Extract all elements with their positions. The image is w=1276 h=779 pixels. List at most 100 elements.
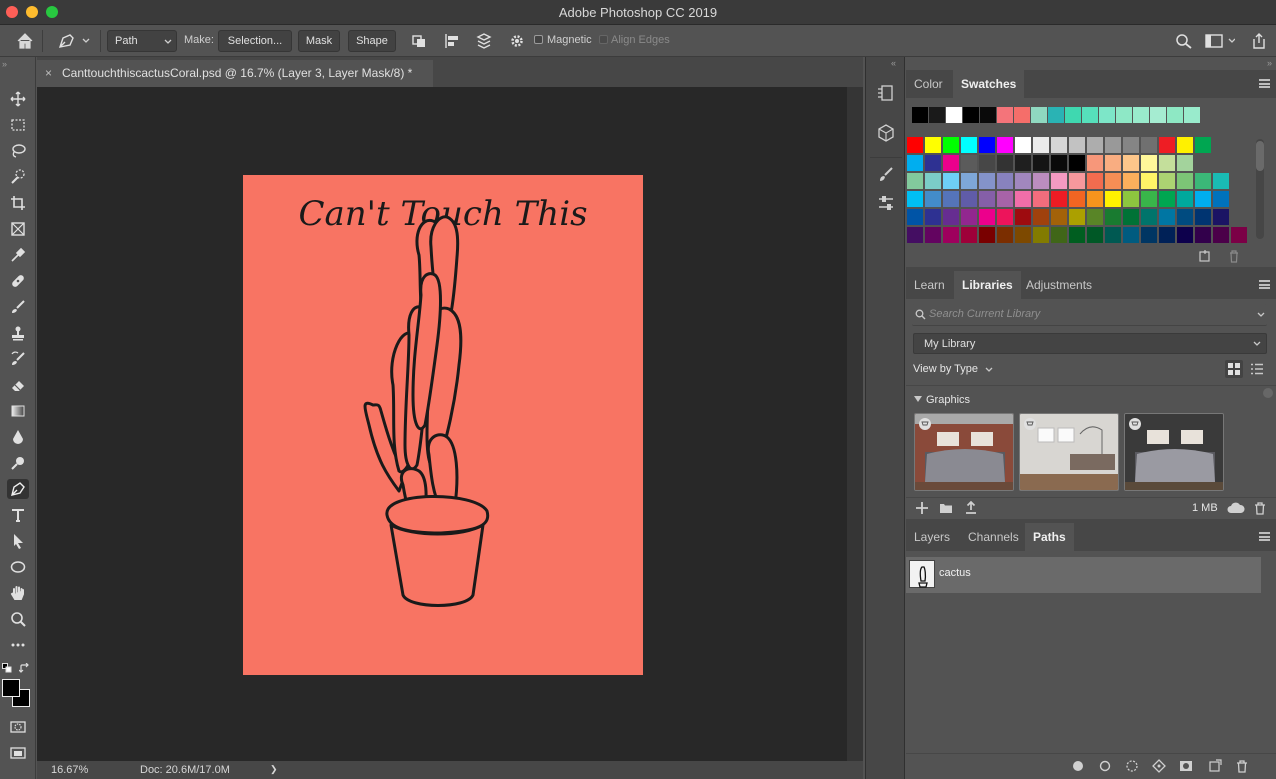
swatch[interactable]	[961, 191, 977, 207]
swatch[interactable]	[1051, 191, 1067, 207]
library-graphic-1[interactable]	[914, 413, 1014, 491]
swatch[interactable]	[1141, 137, 1157, 153]
swatch[interactable]	[1159, 155, 1175, 171]
3d-panel-icon[interactable]	[876, 123, 896, 143]
eraser-tool[interactable]	[7, 375, 29, 395]
swatch[interactable]	[1105, 137, 1121, 153]
recent-swatch[interactable]	[1082, 107, 1098, 123]
tab-channels[interactable]: Channels	[960, 523, 1027, 551]
swatch[interactable]	[1213, 173, 1229, 189]
recent-swatch[interactable]	[1184, 107, 1200, 123]
path-row-cactus[interactable]: cactus	[906, 557, 1261, 593]
marquee-tool[interactable]	[7, 115, 29, 135]
add-icon[interactable]	[915, 501, 929, 515]
share-icon[interactable]	[1250, 33, 1268, 49]
swatch[interactable]	[961, 173, 977, 189]
lasso-tool[interactable]	[7, 141, 29, 161]
recent-swatch[interactable]	[997, 107, 1013, 123]
swatch[interactable]	[1177, 173, 1193, 189]
load-as-selection-icon[interactable]	[1125, 759, 1139, 773]
gradient-tool[interactable]	[7, 401, 29, 421]
healing-brush-tool[interactable]	[7, 271, 29, 291]
library-search-field[interactable]: Search Current Library	[912, 304, 1267, 326]
swatch[interactable]	[961, 155, 977, 171]
swatches-scrollbar[interactable]	[1256, 139, 1264, 239]
swatch[interactable]	[943, 227, 959, 243]
swatch[interactable]	[907, 227, 923, 243]
gear-icon[interactable]	[508, 33, 526, 49]
history-brush-tool[interactable]	[7, 349, 29, 369]
fill-path-icon[interactable]	[1071, 759, 1085, 773]
swatch[interactable]	[1015, 227, 1031, 243]
swatch[interactable]	[1069, 191, 1085, 207]
document-canvas[interactable]: Can't Touch This	[243, 175, 643, 675]
swatch[interactable]	[1069, 227, 1085, 243]
tab-paths[interactable]: Paths	[1025, 523, 1074, 551]
recent-swatch[interactable]	[980, 107, 996, 123]
dodge-tool[interactable]	[7, 453, 29, 473]
trash-icon[interactable]	[1253, 501, 1267, 515]
status-menu-arrow[interactable]: ❯	[270, 764, 278, 775]
trash-icon[interactable]	[1227, 249, 1241, 263]
swatch[interactable]	[1069, 137, 1085, 153]
swatch[interactable]	[1231, 227, 1247, 243]
swatch[interactable]	[1177, 137, 1193, 153]
swatch[interactable]	[1087, 137, 1103, 153]
swatch[interactable]	[907, 191, 923, 207]
swatch[interactable]	[1105, 173, 1121, 189]
swatch[interactable]	[1015, 137, 1031, 153]
folder-icon[interactable]	[939, 501, 953, 515]
frame-tool[interactable]	[7, 219, 29, 239]
swatch[interactable]	[1159, 209, 1175, 225]
swatch[interactable]	[925, 173, 941, 189]
pen-tool[interactable]	[7, 479, 29, 499]
swatch[interactable]	[1141, 173, 1157, 189]
magnetic-checkbox[interactable]	[534, 35, 543, 44]
swatch[interactable]	[1033, 209, 1049, 225]
default-colors-icon[interactable]	[2, 663, 12, 673]
swatch[interactable]	[1141, 227, 1157, 243]
swatch[interactable]	[1141, 191, 1157, 207]
more-tools-button[interactable]	[7, 635, 29, 655]
swatch[interactable]	[1087, 227, 1103, 243]
mode-select[interactable]: Path	[107, 30, 177, 52]
swap-colors-icon[interactable]	[19, 663, 30, 674]
swatch[interactable]	[1195, 209, 1211, 225]
swatch[interactable]	[1159, 191, 1175, 207]
swatch[interactable]	[943, 173, 959, 189]
swatch[interactable]	[997, 173, 1013, 189]
crop-tool[interactable]	[7, 193, 29, 213]
swatch[interactable]	[943, 209, 959, 225]
path-arrangement-icon[interactable]	[475, 33, 493, 49]
swatch[interactable]	[1141, 155, 1157, 171]
path-alignment-icon[interactable]	[443, 33, 461, 49]
vertical-scrollbar[interactable]	[847, 87, 863, 761]
ellipse-tool[interactable]	[7, 557, 29, 577]
grid-view-button[interactable]	[1225, 360, 1243, 378]
view-by-type-dropdown[interactable]: View by Type	[913, 363, 993, 375]
swatch[interactable]	[961, 137, 977, 153]
swatch[interactable]	[1087, 173, 1103, 189]
swatch[interactable]	[925, 137, 941, 153]
swatch[interactable]	[1123, 173, 1139, 189]
swatch[interactable]	[943, 155, 959, 171]
collapse-dock-icon[interactable]: «	[891, 58, 896, 68]
swatch[interactable]	[979, 227, 995, 243]
properties-panel-icon[interactable]	[876, 193, 896, 213]
tab-color[interactable]: Color	[906, 70, 951, 98]
swatch[interactable]	[1177, 227, 1193, 243]
swatch[interactable]	[1195, 173, 1211, 189]
tab-adjustments[interactable]: Adjustments	[1018, 271, 1100, 299]
swatch[interactable]	[1033, 155, 1049, 171]
swatch[interactable]	[979, 191, 995, 207]
home-icon[interactable]	[16, 32, 34, 50]
recent-swatch[interactable]	[1048, 107, 1064, 123]
collapse-toolbar-icon[interactable]: »	[2, 59, 7, 69]
swatch[interactable]	[925, 191, 941, 207]
panel-menu-icon[interactable]	[1259, 532, 1270, 541]
mask-button[interactable]: Mask	[298, 30, 340, 52]
tab-learn[interactable]: Learn	[906, 271, 953, 299]
swatch[interactable]	[1015, 155, 1031, 171]
swatch[interactable]	[1123, 155, 1139, 171]
swatch[interactable]	[1051, 209, 1067, 225]
